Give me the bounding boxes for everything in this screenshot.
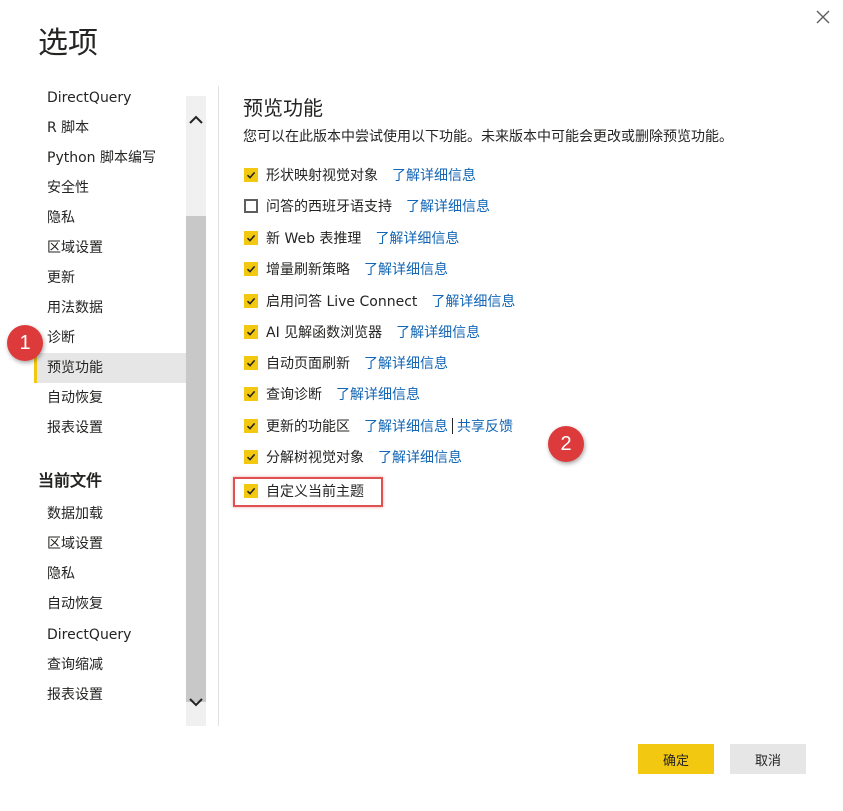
checkbox[interactable]: [244, 199, 258, 213]
learn-more-link[interactable]: 了解详细信息: [392, 165, 476, 185]
checkbox[interactable]: [244, 231, 258, 245]
sidebar-item-diagnostics[interactable]: 诊断: [34, 323, 186, 353]
option-qna-live-connect: 启用问答 Live Connect 了解详细信息: [244, 290, 515, 312]
learn-more-link[interactable]: 了解详细信息: [431, 291, 515, 311]
scroll-down-icon[interactable]: [186, 690, 206, 714]
sidebar-item-regional[interactable]: 区域设置: [34, 233, 186, 263]
learn-more-link[interactable]: 了解详细信息: [364, 259, 448, 279]
option-ai-insights: AI 见解函数浏览器 了解详细信息: [244, 321, 480, 343]
learn-more-link[interactable]: 了解详细信息: [364, 353, 448, 373]
checkbox[interactable]: [244, 168, 258, 182]
sidebar-item-data-load[interactable]: 数据加载: [34, 499, 186, 529]
option-label: 更新的功能区: [266, 419, 350, 435]
option-label: 增量刷新策略: [266, 262, 350, 278]
ok-button[interactable]: 确定: [638, 744, 714, 774]
learn-more-link[interactable]: 了解详细信息: [364, 416, 448, 436]
annotation-marker-1: 1: [7, 325, 43, 361]
option-query-diagnostics: 查询诊断 了解详细信息: [244, 383, 420, 405]
options-sidebar: DirectQuery R 脚本 Python 脚本编写 安全性 隐私 区域设置…: [34, 86, 186, 726]
learn-more-link[interactable]: 了解详细信息: [336, 384, 420, 404]
checkbox[interactable]: [244, 419, 258, 433]
option-label: 形状映射视觉对象: [266, 168, 378, 184]
dialog-title: 选项: [38, 26, 98, 61]
sidebar-item-r-script[interactable]: R 脚本: [34, 113, 186, 143]
option-label: 查询诊断: [266, 387, 322, 403]
page-description: 您可以在此版本中尝试使用以下功能。未来版本中可能会更改或删除预览功能。: [243, 129, 733, 145]
sidebar-item-query-reduction[interactable]: 查询缩减: [34, 650, 186, 680]
sidebar-item-file-privacy[interactable]: 隐私: [34, 559, 186, 589]
learn-more-link[interactable]: 了解详细信息: [375, 228, 459, 248]
option-shape-map: 形状映射视觉对象 了解详细信息: [244, 164, 476, 186]
checkbox[interactable]: [244, 294, 258, 308]
option-label: 分解树视觉对象: [266, 450, 364, 466]
option-label: 问答的西班牙语支持: [266, 199, 392, 215]
close-icon[interactable]: [812, 6, 834, 28]
option-updated-ribbon: 更新的功能区 了解详细信息 共享反馈: [244, 415, 513, 437]
sidebar-item-security[interactable]: 安全性: [34, 173, 186, 203]
option-web-table-inference: 新 Web 表推理 了解详细信息: [244, 227, 459, 249]
sidebar-item-preview-features[interactable]: 预览功能: [34, 353, 186, 383]
option-label: 启用问答 Live Connect: [266, 294, 418, 310]
sidebar-item-python[interactable]: Python 脚本编写: [34, 143, 186, 173]
page-title: 预览功能: [243, 96, 323, 120]
annotation-highlight-box: [233, 477, 383, 507]
sidebar-item-directquery[interactable]: DirectQuery: [34, 86, 186, 113]
vertical-divider: [218, 86, 219, 726]
sidebar-scrollbar[interactable]: [186, 96, 206, 726]
scrollbar-thumb[interactable]: [186, 216, 206, 702]
sidebar-item-privacy[interactable]: 隐私: [34, 203, 186, 233]
share-feedback-link[interactable]: 共享反馈: [457, 416, 513, 436]
current-file-heading: 当前文件: [38, 471, 103, 490]
sidebar-item-auto-recovery[interactable]: 自动恢复: [34, 383, 186, 413]
option-label: 新 Web 表推理: [266, 231, 362, 247]
checkbox[interactable]: [244, 262, 258, 276]
option-qna-spanish: 问答的西班牙语支持 了解详细信息: [244, 195, 490, 217]
annotation-marker-2: 2: [548, 426, 584, 462]
checkbox[interactable]: [244, 450, 258, 464]
option-label: AI 见解函数浏览器: [266, 325, 383, 341]
sidebar-item-updates[interactable]: 更新: [34, 263, 186, 293]
learn-more-link[interactable]: 了解详细信息: [406, 196, 490, 216]
learn-more-link[interactable]: 了解详细信息: [396, 322, 480, 342]
checkbox[interactable]: [244, 325, 258, 339]
cancel-button[interactable]: 取消: [730, 744, 806, 774]
sidebar-item-report-settings[interactable]: 报表设置: [34, 413, 186, 443]
sidebar-item-file-directquery[interactable]: DirectQuery: [34, 620, 186, 650]
checkbox[interactable]: [244, 387, 258, 401]
sidebar-item-file-report-settings[interactable]: 报表设置: [34, 680, 186, 710]
sidebar-item-file-auto-recovery[interactable]: 自动恢复: [34, 589, 186, 619]
option-label: 自动页面刷新: [266, 356, 350, 372]
link-separator: [452, 418, 453, 434]
sidebar-item-file-regional[interactable]: 区域设置: [34, 529, 186, 559]
sidebar-item-usage-data[interactable]: 用法数据: [34, 293, 186, 323]
option-decomposition-tree: 分解树视觉对象 了解详细信息: [244, 446, 462, 468]
checkbox[interactable]: [244, 356, 258, 370]
learn-more-link[interactable]: 了解详细信息: [378, 447, 462, 467]
option-auto-page-refresh: 自动页面刷新 了解详细信息: [244, 352, 448, 374]
scroll-up-icon[interactable]: [186, 108, 206, 132]
option-incremental-refresh: 增量刷新策略 了解详细信息: [244, 258, 448, 280]
